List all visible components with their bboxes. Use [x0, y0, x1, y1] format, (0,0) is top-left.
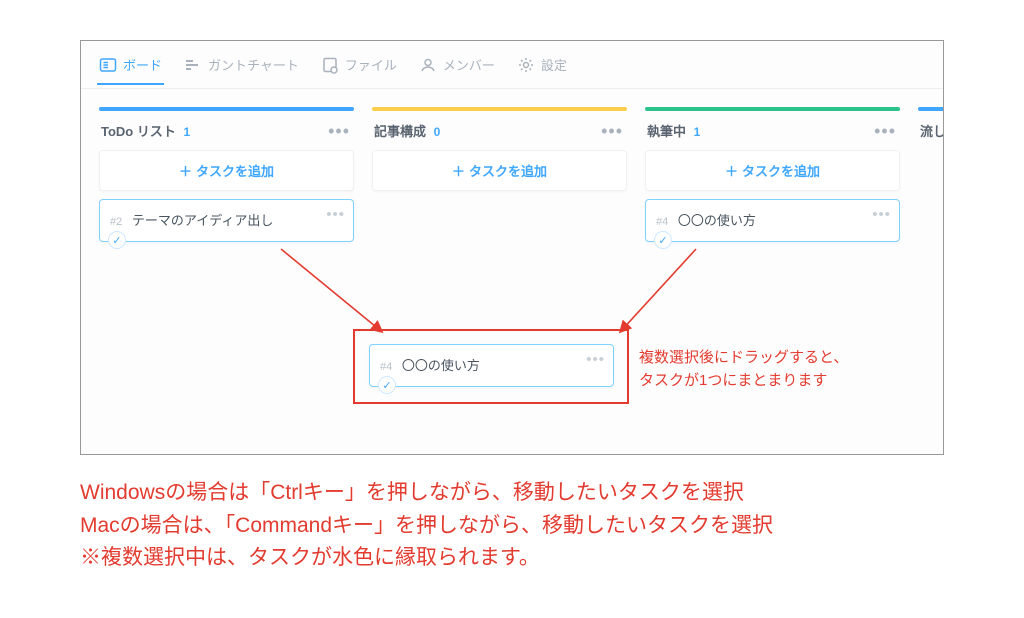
tab-file-label: ファイル	[345, 55, 397, 74]
task-card-4a-title: 〇〇の使い方	[678, 213, 756, 228]
file-icon	[321, 56, 339, 74]
task-card-4b-id: #4	[380, 361, 392, 373]
board: ToDo リスト 1 ••• ＋タスクを追加 #2 テーマのアイディア出し ✓ …	[81, 89, 943, 454]
column-todo: ToDo リスト 1 ••• ＋タスクを追加 #2 テーマのアイディア出し ✓ …	[99, 107, 354, 436]
column-todo-menu[interactable]: •••	[328, 127, 350, 135]
tab-board[interactable]: ボード	[99, 55, 162, 84]
plus-icon: ＋	[725, 164, 738, 179]
tab-board-label: ボード	[123, 55, 162, 74]
caption: Windowsの場合は「Ctrlキー」を押しながら、移動したいタスクを選択 Ma…	[80, 477, 944, 575]
add-task-struct[interactable]: ＋タスクを追加	[372, 150, 627, 191]
task-card-2-id: #2	[110, 216, 122, 228]
task-card-2-menu[interactable]: •••	[326, 206, 345, 223]
gantt-icon	[184, 56, 202, 74]
column-struct-title: 記事構成	[374, 124, 426, 139]
column-writing-bar	[645, 107, 900, 111]
check-icon: ✓	[654, 231, 672, 249]
task-card-4b[interactable]: #4 〇〇の使い方 ✓ •••	[369, 344, 614, 387]
check-icon: ✓	[108, 231, 126, 249]
task-card-4a-menu[interactable]: •••	[872, 206, 891, 223]
annot-drag-text: 複数選択後にドラッグすると、 タスクが1つにまとまります	[639, 347, 848, 392]
member-icon	[419, 56, 437, 74]
caption-line3: ※複数選択中は、タスクが水色に縁取られます。	[80, 542, 944, 575]
column-writing-count: 1	[694, 125, 701, 139]
plus-icon: ＋	[452, 164, 465, 179]
tab-settings[interactable]: 設定	[517, 55, 567, 84]
task-card-4a[interactable]: #4 〇〇の使い方 ✓ •••	[645, 199, 900, 242]
dragged-stack[interactable]: #4 〇〇の使い方 ✓ •••	[369, 344, 614, 387]
task-card-4b-menu[interactable]: •••	[586, 351, 605, 368]
column-partial-bar	[918, 107, 943, 111]
gear-icon	[517, 56, 535, 74]
tab-gantt-label: ガントチャート	[208, 55, 299, 74]
column-partial: 流し	[918, 107, 943, 436]
tab-gantt[interactable]: ガントチャート	[184, 55, 299, 84]
column-writing-menu[interactable]: •••	[874, 127, 896, 135]
column-partial-title: 流し	[920, 121, 943, 140]
column-todo-count: 1	[183, 125, 190, 139]
column-struct-menu[interactable]: •••	[601, 127, 623, 135]
column-struct-bar	[372, 107, 627, 111]
add-task-writing[interactable]: ＋タスクを追加	[645, 150, 900, 191]
tab-settings-label: 設定	[541, 55, 567, 74]
column-todo-title: ToDo リスト	[101, 124, 176, 139]
tab-member[interactable]: メンバー	[419, 55, 495, 84]
tab-file[interactable]: ファイル	[321, 55, 397, 84]
task-card-4a-id: #4	[656, 216, 668, 228]
task-card-2[interactable]: #2 テーマのアイディア出し ✓ •••	[99, 199, 354, 242]
column-struct-count: 0	[434, 125, 441, 139]
task-card-4b-title: 〇〇の使い方	[402, 358, 480, 373]
add-task-todo[interactable]: ＋タスクを追加	[99, 150, 354, 191]
task-card-2-title: テーマのアイディア出し	[132, 213, 273, 228]
caption-line2: Macの場合は、「Commandキー」を押しながら、移動したいタスクを選択	[80, 510, 944, 543]
app-frame: ボード ガントチャート ファイル メンバー	[80, 40, 944, 455]
board-icon	[99, 56, 117, 74]
tab-bar: ボード ガントチャート ファイル メンバー	[81, 41, 943, 89]
check-icon: ✓	[378, 376, 396, 394]
column-writing-title: 執筆中	[647, 124, 686, 139]
caption-line1: Windowsの場合は「Ctrlキー」を押しながら、移動したいタスクを選択	[80, 477, 944, 510]
column-todo-bar	[99, 107, 354, 111]
tab-member-label: メンバー	[443, 55, 495, 74]
plus-icon: ＋	[179, 164, 192, 179]
